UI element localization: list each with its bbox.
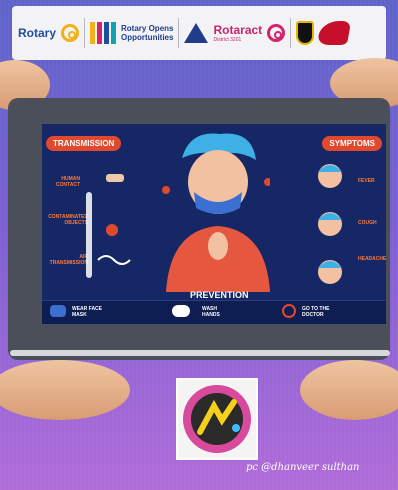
face-mask-icon [50, 305, 66, 317]
rotaract-district: District 3201 [213, 37, 242, 43]
red-shoe-logo-icon [317, 21, 352, 45]
rotary-wordmark: Rotary [18, 26, 57, 40]
wash-hands-icon [172, 305, 190, 317]
rotary-wheel-icon [61, 24, 80, 42]
human-contact-label: HUMAN CONTACT [55, 176, 80, 188]
wash-hands-label: WASH HANDS [202, 306, 220, 318]
transmission-icons [86, 174, 131, 278]
doctor-label: GO TO THE DOCTOR [302, 306, 330, 318]
sick-person-illustration [162, 133, 270, 292]
headache-label: HEADACHE [358, 256, 386, 262]
fever-label: FEVER [358, 178, 375, 184]
rotaract-wheel-icon [267, 24, 286, 42]
prevention-bar: WEAR FACE MASK WASH HANDS GO TO THE DOCT… [42, 300, 386, 324]
air-transmission-label: AIR TRANSMISSION [49, 254, 88, 266]
photo-credit: pc @dhanveer sulthan [246, 462, 360, 473]
divider [178, 18, 180, 48]
club-badge [176, 378, 258, 460]
shield-logo-icon [296, 21, 315, 45]
phone-bottom-edge [10, 350, 390, 356]
symptoms-heading: SYMPTOMS [322, 136, 382, 151]
roo-line1: Rotary Opens [121, 24, 174, 33]
roo-wordmark: Rotary Opens Opportunities [121, 24, 173, 42]
rotary-opens-opportunities-icon [90, 22, 117, 44]
cough-label: COUGH [358, 220, 377, 226]
prevention-heading: PREVENTION [190, 290, 249, 300]
club-emblem-icon [184, 23, 209, 43]
rotaract-wordmark: Rotaract District 3201 [213, 23, 262, 43]
covid-infographic: TRANSMISSION SYMPTOMS HUMAN CONTACT CONT… [42, 124, 386, 324]
transmission-heading: TRANSMISSION [46, 136, 122, 151]
contaminated-objects-label: CONTAMINATED OBJECTS [48, 214, 88, 226]
poster: Rotary Rotary Opens Opportunities Rotara… [0, 0, 398, 490]
logo-banner: Rotary Rotary Opens Opportunities Rotara… [12, 6, 386, 60]
rotaract-text: Rotaract [213, 23, 263, 37]
divider [290, 18, 292, 48]
club-badge-logo [183, 385, 251, 453]
symptom-faces [318, 164, 342, 284]
roo-line2: Opportunities [121, 33, 174, 42]
divider [84, 18, 86, 48]
wear-mask-label: WEAR FACE MASK [72, 306, 102, 318]
doctor-icon [282, 304, 296, 318]
